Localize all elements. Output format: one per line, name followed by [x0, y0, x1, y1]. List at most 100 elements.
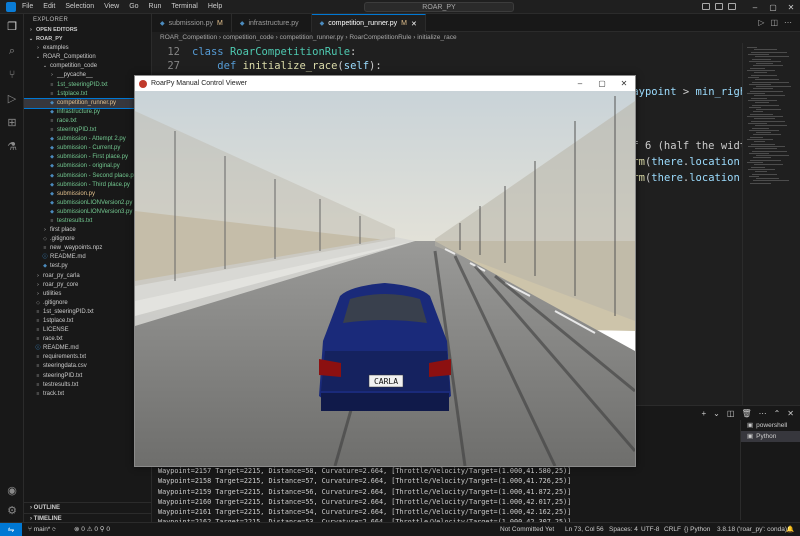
notifications-icon[interactable]: 🔔 — [786, 523, 794, 536]
tree-file[interactable]: ⓘ README.md — [24, 344, 151, 353]
git-blame-status[interactable]: Not Committed Yet — [500, 523, 554, 536]
code-fragment[interactable]: of 6 (half the width — [626, 139, 742, 153]
tree-file[interactable]: ≡ race.txt — [24, 335, 151, 344]
tree-folder[interactable]: › __pycache__ — [24, 71, 151, 80]
branch-indicator[interactable]: ⑂ main* ⟳ — [28, 523, 56, 536]
code-fragment[interactable]: waypoint > min_right_a — [626, 85, 742, 99]
maximize-panel-icon[interactable]: ⌃ — [774, 409, 781, 418]
tree-file[interactable]: ◆ submission - Second place.py — [24, 172, 151, 181]
tree-file[interactable]: ◆ submissionLIONVersion2.py — [24, 199, 151, 208]
menu-item-help[interactable]: Help — [208, 3, 222, 10]
more-actions-icon[interactable]: ⋯ — [759, 409, 767, 418]
search-icon[interactable]: ⌕ — [5, 44, 19, 58]
tree-file[interactable]: ◆ submission - Third place.py — [24, 181, 151, 190]
minimize-icon[interactable]: – — [746, 0, 764, 14]
simulation-viewport[interactable]: CARLA — [135, 91, 635, 466]
menu-item-go[interactable]: Go — [129, 3, 138, 10]
menu-item-view[interactable]: View — [104, 3, 119, 10]
cursor-position[interactable]: Ln 73, Col 56 — [565, 523, 604, 536]
close-panel-icon[interactable]: ✕ — [787, 409, 794, 418]
end-of-line[interactable]: CRLF — [664, 523, 681, 536]
breadcrumb-item[interactable]: initialize_race — [417, 34, 456, 41]
code-fragment[interactable]: orm(there.location[:2 — [626, 155, 742, 169]
indentation[interactable]: Spaces: 4 — [609, 523, 638, 536]
tree-file[interactable]: ≡ 1stplace.txt — [24, 317, 151, 326]
tree-file[interactable]: ◆ competition_runner.py — [24, 97, 151, 109]
command-center-search[interactable]: ROAR_PY — [364, 2, 514, 12]
source-control-icon[interactable]: ⑂ — [5, 68, 19, 82]
tree-file[interactable]: ≡ steeringPID.txt — [24, 126, 151, 135]
tree-file[interactable]: ◆ test.py — [24, 262, 151, 271]
viewer-maximize-icon[interactable]: ▢ — [591, 76, 613, 91]
split-editor-icon[interactable]: ◫ — [770, 18, 778, 27]
toggle-secondary-sidebar-icon[interactable] — [728, 3, 736, 10]
code-line[interactable]: 12 class RoarCompetitionRule: — [152, 45, 356, 59]
open-editors-section[interactable]: › OPEN EDITORS — [24, 26, 151, 35]
tree-folder[interactable]: › utilities — [24, 290, 151, 299]
tree-file[interactable]: ≡ 1st_steeringPID.txt — [24, 308, 151, 317]
tree-file[interactable]: ◆ submission - Current.py — [24, 144, 151, 153]
problems-indicator[interactable]: ⊗ 0 ⚠ 0 ⚲ 0 — [74, 523, 110, 536]
remote-indicator-icon[interactable]: ⇋ — [0, 523, 22, 536]
tree-file[interactable]: ≡ steeringPID.txt — [24, 372, 151, 381]
timeline-section[interactable]: › TIMELINE — [24, 513, 151, 522]
tree-file[interactable]: ≡ requirements.txt — [24, 353, 151, 362]
maximize-icon[interactable]: ▢ — [764, 0, 782, 14]
more-actions-icon[interactable]: ⋯ — [784, 18, 792, 27]
tree-file[interactable]: ◆ submission - original.py — [24, 162, 151, 171]
tree-folder[interactable]: ⌄ competition_code — [24, 62, 151, 71]
toggle-panel-icon[interactable] — [715, 3, 723, 10]
terminal-instance[interactable]: ▣ powershell — [741, 420, 800, 431]
tree-folder[interactable]: › roar_py_core — [24, 281, 151, 290]
breadcrumb-item[interactable]: competition_runner.py — [280, 34, 344, 41]
viewer-title-bar[interactable]: RoarPy Manual Control Viewer — [135, 76, 635, 91]
menu-item-terminal[interactable]: Terminal — [171, 3, 197, 10]
toggle-sidebar-icon[interactable] — [702, 3, 710, 10]
split-terminal-icon[interactable]: ◫ — [727, 409, 735, 418]
tree-file[interactable]: ◇ .gitignore — [24, 299, 151, 308]
tree-file[interactable]: ◆ submissionLIONVersion3.py — [24, 208, 151, 217]
close-tab-icon[interactable]: ✕ — [411, 20, 417, 28]
tab-submission-py[interactable]: ◆ submission.py M — [152, 14, 232, 32]
run-file-icon[interactable]: ▷ — [758, 18, 764, 27]
run-debug-icon[interactable]: ▷ — [5, 92, 19, 106]
minimap[interactable] — [742, 43, 800, 405]
extensions-icon[interactable]: ⊞ — [5, 116, 19, 130]
breadcrumb-item[interactable]: ROAR_Competition — [160, 34, 217, 41]
language-mode[interactable]: {} Python — [684, 523, 710, 536]
terminal-instance[interactable]: ▣ Python — [741, 431, 800, 442]
tree-file[interactable]: ≡ steeringdata.csv — [24, 362, 151, 371]
code-fragment[interactable]: orm(there.location[:2 — [626, 171, 742, 185]
tree-file[interactable]: ◇ .gitignore — [24, 235, 151, 244]
viewer-minimize-icon[interactable]: – — [569, 76, 591, 91]
tree-file[interactable]: ◆ submission - Attempt 2.py — [24, 135, 151, 144]
tree-file[interactable]: ≡ LICENSE — [24, 326, 151, 335]
tree-file[interactable]: ≡ race.txt — [24, 117, 151, 126]
encoding[interactable]: UTF-8 — [641, 523, 659, 536]
testing-icon[interactable]: ⚗ — [5, 140, 19, 154]
tree-file[interactable]: ≡ new_waypoints.npz — [24, 244, 151, 253]
account-icon[interactable]: ◉ — [5, 484, 19, 498]
code-line[interactable]: 27 def initialize_race(self): — [152, 59, 381, 73]
tree-file[interactable]: ≡ track.txt — [24, 390, 151, 399]
menu-item-run[interactable]: Run — [149, 3, 162, 10]
outline-section[interactable]: › OUTLINE — [24, 502, 151, 513]
breadcrumb-item[interactable]: RoarCompetitionRule — [349, 34, 411, 41]
tab-infrastructure-py[interactable]: ◆ infrastructure.py — [231, 14, 312, 32]
tree-file[interactable]: ≡ testresults.txt — [24, 217, 151, 226]
tree-file[interactable]: ≡ 1st_steeringPID.txt — [24, 81, 151, 90]
tab-competition-runner-py[interactable]: ◆ competition_runner.py M ✕ — [311, 14, 426, 32]
tree-file[interactable]: ≡ 1stplace.txt — [24, 90, 151, 99]
breadcrumb-item[interactable]: competition_code — [223, 34, 274, 41]
tree-file[interactable]: ◆ submission.py — [24, 190, 151, 199]
workspace-root[interactable]: ⌄ ROAR_PY — [24, 35, 151, 44]
trash-icon[interactable]: 🗑 — [741, 409, 751, 418]
python-interpreter[interactable]: 3.8.18 ('roar_py': conda) — [717, 523, 787, 536]
viewer-close-icon[interactable]: ✕ — [613, 76, 635, 91]
menu-item-file[interactable]: File — [22, 3, 33, 10]
tree-file[interactable]: ≡ testresults.txt — [24, 381, 151, 390]
explorer-icon[interactable]: ❐ — [5, 20, 19, 34]
tree-file[interactable]: ⓘ README.md — [24, 253, 151, 262]
tree-folder[interactable]: ⌄ ROAR_Competition — [24, 53, 151, 62]
chevron-down-icon[interactable]: ⌄ — [713, 409, 720, 418]
